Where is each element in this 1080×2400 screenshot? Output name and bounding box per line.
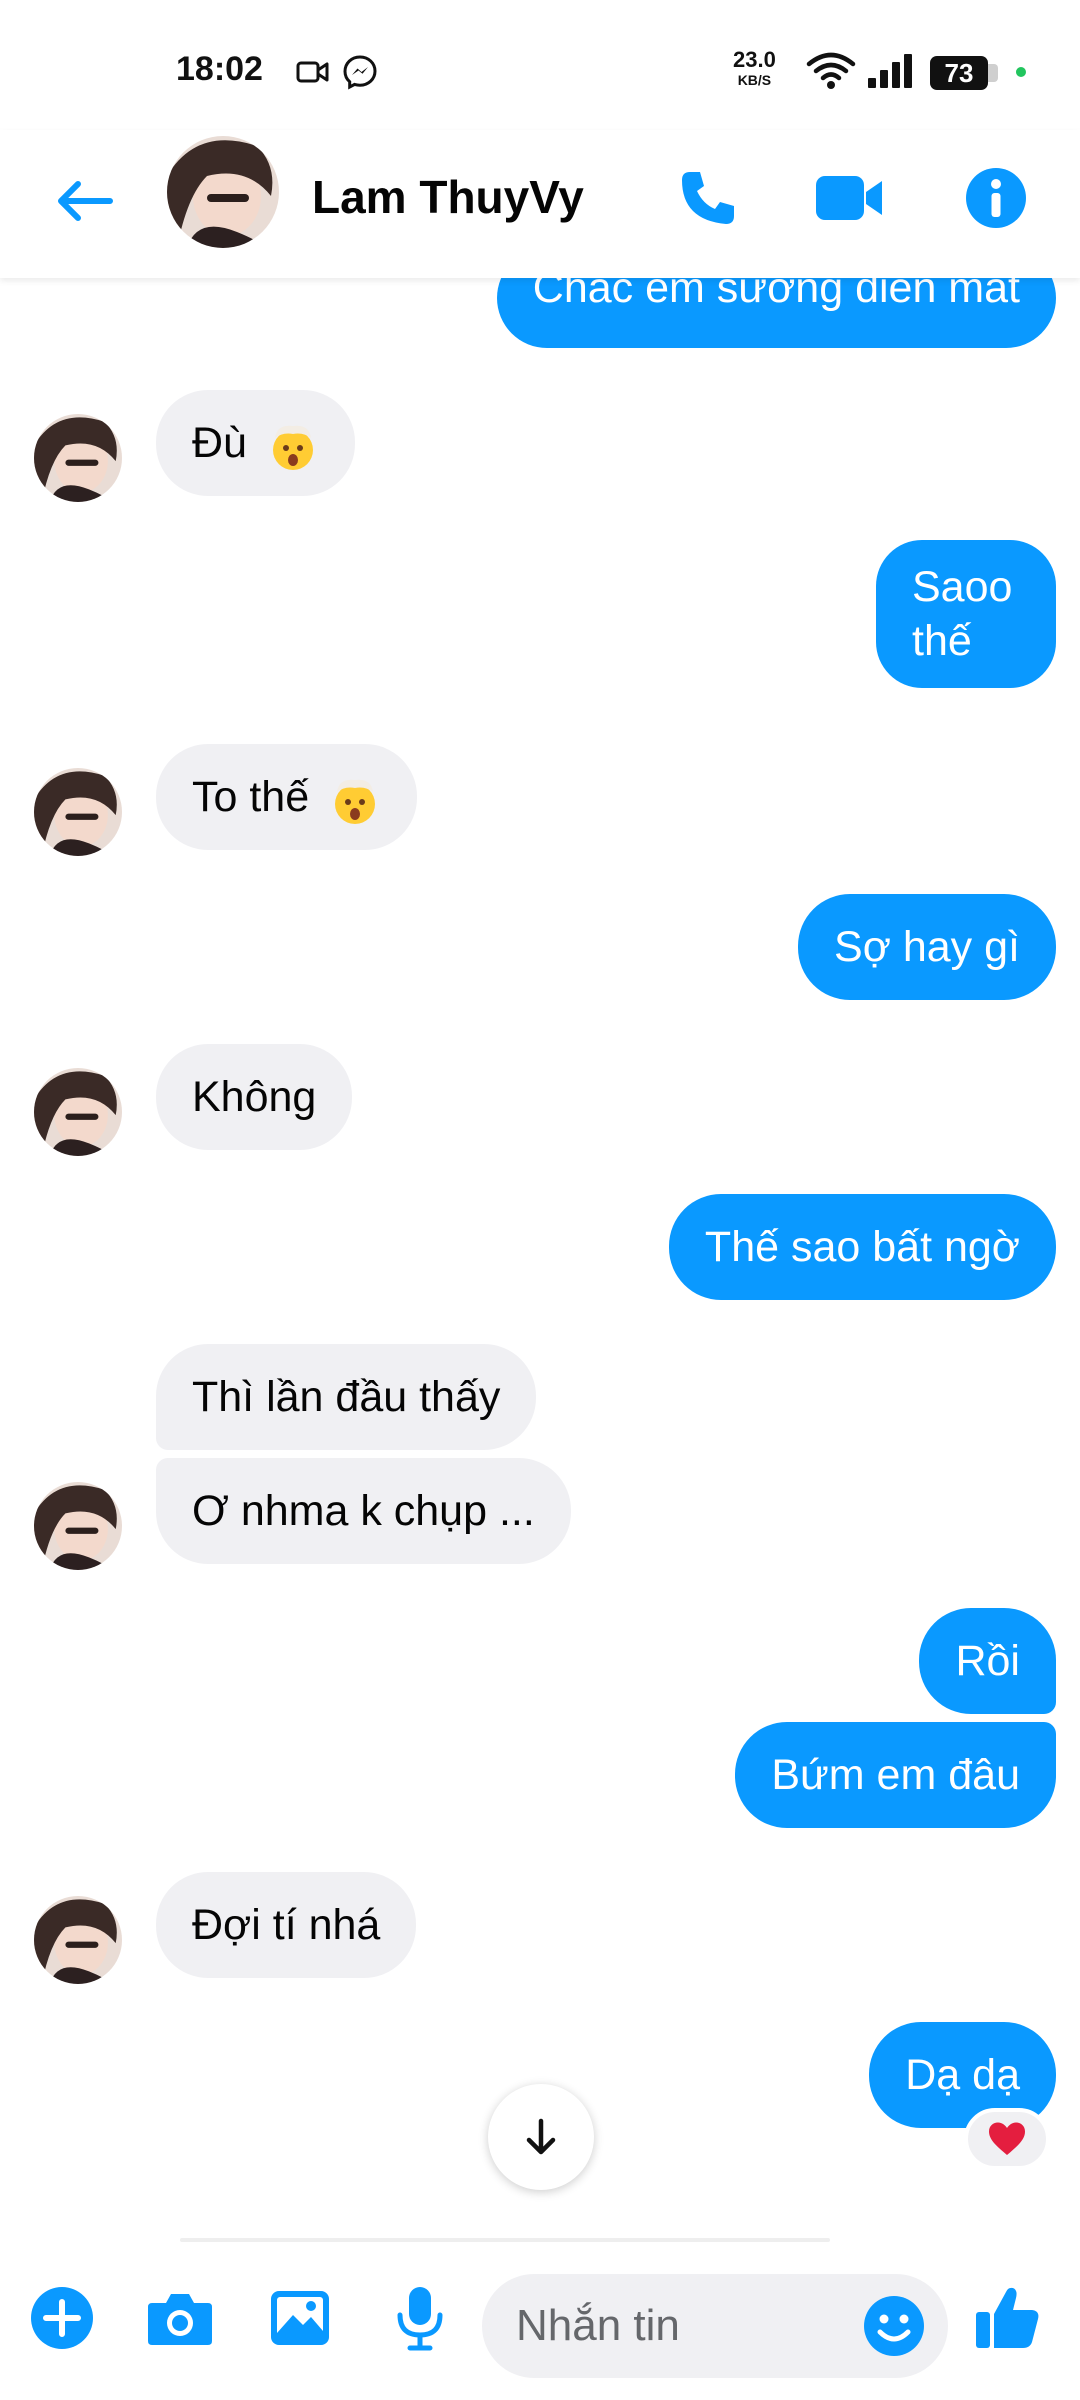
conversation-header: Lam ThuyVy <box>0 130 1080 278</box>
message-incoming[interactable]: Thì lần đầu thấy <box>156 1344 537 1450</box>
camera-icon <box>148 2294 212 2345</box>
plus-icon <box>31 2287 93 2349</box>
message-text: Đợi tí nhá <box>192 1901 381 1949</box>
messenger-icon <box>343 55 377 90</box>
message-text: Rồi <box>955 1637 1020 1685</box>
composer-divider <box>180 2238 830 2242</box>
battery-icon: 73 <box>930 56 988 90</box>
message-composer <box>0 2238 1080 2400</box>
sender-avatar[interactable] <box>34 414 122 502</box>
status-dot <box>1016 67 1026 77</box>
message-outgoing[interactable]: Bứm em đâu <box>735 1722 1056 1828</box>
exploding-head-emoji <box>335 779 376 824</box>
video-call-button[interactable] <box>808 156 892 240</box>
microphone-icon <box>397 2287 443 2351</box>
message-outgoing[interactable]: Rồi <box>919 1608 1056 1714</box>
message-text: Không <box>192 1073 317 1121</box>
message-text: Dạ dạ <box>905 2051 1020 2099</box>
phone-call-icon <box>682 172 734 224</box>
network-speed-value: 23.0 <box>733 47 776 72</box>
message-incoming[interactable]: To thế <box>156 744 418 850</box>
more-actions-button[interactable] <box>22 2278 102 2358</box>
sender-avatar[interactable] <box>34 1482 122 1570</box>
message-text: Chắc em sướng điên mất <box>532 278 1020 312</box>
message-input[interactable] <box>516 2274 836 2378</box>
camera-button[interactable] <box>140 2278 220 2358</box>
message-outgoing[interactable]: Thế sao bất ngờ <box>668 1194 1056 1300</box>
message-text: Bứm em đâu <box>771 1751 1020 1799</box>
contact-name[interactable]: Lam ThuyVy <box>312 170 584 224</box>
gallery-button[interactable] <box>260 2278 340 2358</box>
like-icon <box>976 2287 1039 2348</box>
message-incoming[interactable]: Ơ nhma k chụp ... <box>156 1458 571 1564</box>
message-list[interactable]: Chắc em sướng điên mất Đù Saoo thế To th… <box>0 278 1080 2238</box>
network-speed-unit: KB/S <box>737 72 772 88</box>
back-button[interactable] <box>50 166 120 236</box>
info-icon <box>966 168 1026 228</box>
message-text: Thế sao bất ngờ <box>704 1223 1020 1271</box>
gallery-icon <box>271 2291 329 2345</box>
emoji-icon[interactable] <box>862 2294 926 2358</box>
message-incoming[interactable]: Không <box>156 1044 353 1150</box>
scroll-to-bottom-button[interactable] <box>488 2084 594 2190</box>
exploding-head-emoji <box>272 425 313 470</box>
back-arrow-icon <box>58 181 113 221</box>
message-outgoing[interactable]: Sợ hay gì <box>798 894 1056 1000</box>
arrow-down-icon <box>526 2118 556 2155</box>
video-call-icon <box>816 176 882 220</box>
message-text: Sợ hay gì <box>834 923 1020 971</box>
message-text: Ơ nhma k chụp ... <box>192 1487 535 1535</box>
sender-avatar[interactable] <box>34 768 122 856</box>
conversation-info-button[interactable] <box>954 156 1038 240</box>
contact-avatar[interactable] <box>167 136 279 248</box>
message-input-container[interactable] <box>482 2274 948 2378</box>
voice-message-button[interactable] <box>380 2278 460 2358</box>
message-text: Saoo thế <box>912 563 1013 665</box>
battery-tip <box>988 64 998 82</box>
network-speed: 23.0 KB/S <box>733 47 776 90</box>
status-time: 18:02 <box>176 50 263 88</box>
message-text: To thế <box>192 773 310 821</box>
voice-call-button[interactable] <box>666 156 750 240</box>
wifi-icon <box>806 52 856 89</box>
video-record-icon <box>296 61 329 83</box>
message-reaction[interactable] <box>964 2108 1050 2170</box>
message-outgoing[interactable]: Saoo thế <box>876 540 1056 688</box>
message-outgoing[interactable]: Chắc em sướng điên mất <box>496 278 1056 348</box>
sender-avatar[interactable] <box>34 1068 122 1156</box>
message-text: Đù <box>192 419 247 467</box>
message-incoming[interactable]: Đợi tí nhá <box>156 1872 417 1978</box>
status-bar: 18:02 23.0 KB/S 73 <box>0 0 1080 130</box>
message-incoming[interactable]: Đù <box>156 390 355 496</box>
heart-icon <box>989 2122 1025 2155</box>
signal-icon <box>868 54 912 88</box>
message-text: Thì lần đầu thấy <box>192 1373 501 1421</box>
like-button[interactable] <box>968 2278 1048 2358</box>
sender-avatar[interactable] <box>34 1896 122 1984</box>
